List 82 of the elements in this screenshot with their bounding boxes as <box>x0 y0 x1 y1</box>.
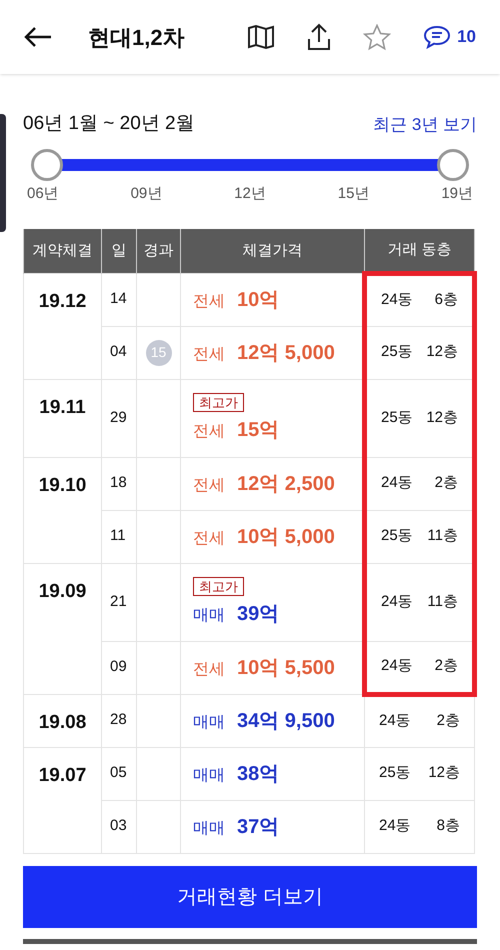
column-header: 체결가격 <box>180 229 364 273</box>
month-cell: 19.10 <box>24 457 102 563</box>
month-cell: 19.07 <box>24 747 102 853</box>
column-header: 일 <box>102 229 136 273</box>
floor-number: 12층 <box>428 763 460 784</box>
back-arrow-icon[interactable] <box>24 27 52 47</box>
deal-type: 전세 <box>193 422 225 442</box>
table-cell: 14 <box>102 273 136 326</box>
table-cell: 29 <box>102 379 136 457</box>
deal-price: 39억 <box>237 602 280 627</box>
deal-type: 매매 <box>193 818 225 838</box>
share-icon[interactable] <box>307 23 332 51</box>
slider-start-handle[interactable] <box>31 148 63 180</box>
building-number: 24동 <box>381 592 413 612</box>
deal-price: 38억 <box>237 762 280 786</box>
deal-price: 15억 <box>237 418 280 443</box>
floor-number: 6층 <box>434 290 458 310</box>
comments-button[interactable]: 10 <box>423 24 476 50</box>
slider-tick-label: 19년 <box>441 184 473 204</box>
table-cell: 18 <box>102 457 136 510</box>
slider-tick-label: 06년 <box>27 184 59 204</box>
star-icon[interactable] <box>363 24 392 50</box>
deal-price: 34억 9,500 <box>237 708 335 734</box>
recent-link[interactable]: 최근 3년 보기 <box>373 112 477 137</box>
deal-price: 37억 <box>237 814 280 840</box>
deal-type: 전세 <box>193 292 225 312</box>
side-handle[interactable] <box>0 114 6 232</box>
building-number: 24동 <box>379 816 411 836</box>
deal-price: 10억 <box>237 288 280 312</box>
deal-type: 전세 <box>193 344 225 364</box>
column-header: 계약체결 <box>24 229 102 273</box>
deal-price: 10억 5,000 <box>237 524 335 550</box>
building-number: 24동 <box>381 290 413 310</box>
month-cell: 19.09 <box>24 563 102 694</box>
more-button[interactable]: 거래현황 더보기 <box>23 866 477 928</box>
deal-type: 매매 <box>193 712 225 732</box>
building-number: 25동 <box>379 763 411 784</box>
table-cell: 21 <box>102 563 136 641</box>
building-number: 24동 <box>381 473 413 494</box>
deal-type: 전세 <box>193 660 225 680</box>
building-number: 24동 <box>379 711 411 732</box>
slider-end-handle[interactable] <box>437 148 469 180</box>
page-title: 현대1,2차 <box>88 24 186 52</box>
column-header: 거래 동층 <box>364 229 474 273</box>
elapsed-badge: 15 <box>146 340 172 366</box>
table-cell: 05 <box>102 747 136 800</box>
period-range: 06년 1월 ~ 20년 2월 <box>23 112 195 136</box>
slider-tick-label: 12년 <box>234 184 266 204</box>
building-number: 25동 <box>381 342 413 362</box>
deal-price: 12억 5,000 <box>237 340 335 366</box>
floor-number: 11층 <box>427 526 458 546</box>
deal-type: 전세 <box>193 476 225 496</box>
floor-number: 11층 <box>427 592 458 612</box>
speech-bubble-icon <box>423 25 452 49</box>
table-cell: 11 <box>102 510 136 563</box>
table-cell: 03 <box>102 800 136 853</box>
floor-number: 2층 <box>434 656 458 676</box>
table-cell: 04 <box>102 326 136 379</box>
table-cell: 09 <box>102 641 136 694</box>
floor-number: 12층 <box>426 408 458 428</box>
deal-price: 12억 2,500 <box>237 472 335 496</box>
building-number: 24동 <box>381 656 413 676</box>
floor-number: 8층 <box>436 816 460 836</box>
month-cell: 19.08 <box>24 694 102 747</box>
building-number: 25동 <box>381 526 413 546</box>
floor-number: 2층 <box>434 473 458 494</box>
deal-type: 매매 <box>193 766 225 786</box>
slider-tick-label: 15년 <box>338 184 370 204</box>
top-price-tag: 최고가 <box>193 393 244 412</box>
map-icon[interactable] <box>247 24 276 50</box>
table-cell: 28 <box>102 694 136 747</box>
building-number: 25동 <box>381 408 413 428</box>
month-cell: 19.12 <box>24 273 102 379</box>
deal-type: 전세 <box>193 528 225 548</box>
top-price-tag: 최고가 <box>193 577 244 596</box>
floor-number: 2층 <box>436 711 460 732</box>
deal-type: 매매 <box>193 606 225 626</box>
slider-tick-label: 09년 <box>130 184 162 204</box>
column-header: 경과 <box>136 229 180 273</box>
floor-number: 12층 <box>426 342 458 362</box>
month-cell: 19.11 <box>24 379 102 457</box>
deal-price: 10억 5,500 <box>237 656 335 680</box>
